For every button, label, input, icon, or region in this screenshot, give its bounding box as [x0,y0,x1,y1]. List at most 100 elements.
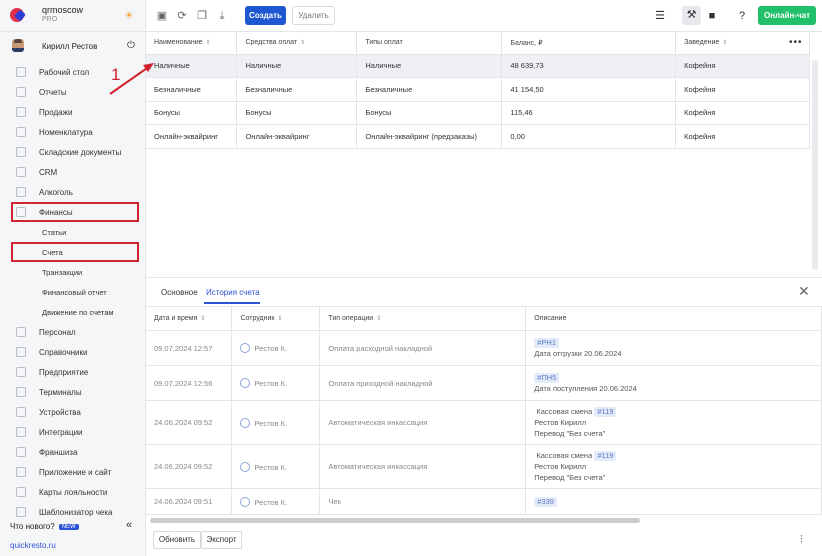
sidebar-item-nomenclature[interactable]: Номенклатура [0,122,146,142]
tab-account-history[interactable]: История счета [206,288,260,297]
cell-description: #339 [525,488,822,515]
sidebar-item-dashboard[interactable]: Рабочий стол [0,62,146,82]
theme-toggle-icon[interactable]: ☀ [124,9,134,22]
column-header-payment-means[interactable]: Средства оплат ⇕ [236,32,358,55]
help-icon[interactable]: ? [735,9,749,23]
column-header-description[interactable]: Описание [525,306,822,331]
table-row[interactable]: Наличные Наличные Наличные 48 639,73 Коф… [146,54,810,78]
table-row[interactable]: Безналичные Безналичные Безналичные 41 1… [146,77,810,102]
cell: Кофейня [675,101,810,125]
sidebar-item-terminals[interactable]: Терминалы [0,382,146,402]
sidebar-item-warehouse[interactable]: Складские документы [0,142,146,162]
sidebar-item-staff[interactable]: Персонал [0,322,146,342]
receipt-link[interactable]: #339 [534,497,557,507]
sidebar-item-alcohol[interactable]: Алкоголь [0,182,146,202]
cell-employee[interactable]: Рестов К. [231,400,321,445]
sidebar-item-crm[interactable]: CRM [0,162,146,182]
sidebar-item-franchise[interactable]: Франшиза [0,442,146,462]
site-link[interactable]: quickresto.ru [10,541,56,550]
sidebar-item-sales[interactable]: Продажи [0,102,146,122]
cell-operation: Автоматическая инкассация [319,444,527,489]
link-icon [240,496,251,507]
column-header-employee[interactable]: Сотрудник ⇕ [231,306,321,331]
create-button[interactable]: Создать [245,6,286,25]
sidebar-item-label: Алкоголь [39,188,73,197]
vertical-scrollbar[interactable] [812,60,818,270]
close-icon[interactable]: ✕ [798,283,810,300]
sidebar-item-label: Терминалы [39,388,82,397]
table-row[interactable]: 24.06.2024 09:52 Рестов К. Автоматическа… [146,400,822,445]
sidebar-item-integrations[interactable]: Интеграции [0,422,146,442]
settings-sliders-icon[interactable]: ☰ [653,9,667,23]
sidebar-subitem-financial-report[interactable]: Финансовый отчет [0,282,146,302]
logout-icon[interactable]: ⏻ [127,40,135,51]
sidebar-subitem-transactions[interactable]: Транзакции [0,262,146,282]
column-header-payment-types[interactable]: Типы оплат [356,32,503,55]
export-button[interactable]: Экспорт [201,531,242,549]
sort-icon: ⇕ [722,40,728,47]
shift-link[interactable]: #119 [594,451,617,461]
column-header-name[interactable]: Наименование ⇕ [146,32,238,55]
column-header-operation-type[interactable]: Тип операции ⇕ [319,306,527,331]
sidebar-item-receipt-template[interactable]: Шаблонизатор чека [0,502,146,522]
sidebar-item-directories[interactable]: Справочники [0,342,146,362]
nomenclature-icon [16,127,26,137]
save-icon[interactable]: ▣ [155,9,169,23]
document-link[interactable]: #РН1 [534,338,560,348]
cell-employee[interactable]: Рестов К. [231,444,321,489]
sidebar-item-label: Номенклатура [39,128,93,137]
cell: 0,00 [501,124,677,149]
tab-main[interactable]: Основное [161,288,198,297]
horizontal-scrollbar[interactable] [150,518,640,523]
column-header-datetime[interactable]: Дата и время ⇕ [146,306,233,331]
cell: Онлайн-эквайринг [236,124,358,149]
cell-employee[interactable]: Рестов К. [231,365,321,401]
table-row[interactable]: 24.06.2024 09:52 Рестов К. Автоматическа… [146,444,822,489]
cell: Бонусы [146,101,238,125]
sidebar-item-label: Отчеты [39,88,67,97]
online-chat-button[interactable]: Онлайн-чат [758,6,816,25]
table-row[interactable]: 24.06.2024 09:51 Рестов К. Чек #339 [146,488,822,515]
sidebar-item-app-site[interactable]: Приложение и сайт [0,462,146,482]
sidebar-item-reports[interactable]: Отчеты [0,82,146,102]
whats-new-link[interactable]: Что нового? NEW [10,522,79,531]
document-link[interactable]: #ПН5 [534,373,560,383]
sidebar-item-devices[interactable]: Устройства [0,402,146,422]
delete-button[interactable]: Удалить [292,6,335,25]
cell-employee[interactable]: Рестов К. [231,488,321,515]
tools-icon[interactable]: ⚒ [682,6,701,25]
user-name: Кирилл Рестов [42,42,98,51]
cell-employee[interactable]: Рестов К. [231,330,321,366]
table-row[interactable]: 09.07.2024 12:57 Рестов К. Оплата расход… [146,330,822,366]
column-header-balance[interactable]: Баланс, ₽ [501,32,677,55]
sales-icon [16,107,26,117]
collapse-sidebar-icon[interactable]: « [126,519,132,531]
brand-header[interactable]: qrmoscow PRO ☀ [0,0,146,32]
more-options-icon[interactable]: ••• [789,37,803,48]
shift-link[interactable]: #119 [594,407,617,417]
copy-icon[interactable]: ❐ [195,9,209,23]
cell-operation: Автоматическая инкассация [319,400,527,445]
sidebar-subitem-articles[interactable]: Статьи [0,222,146,242]
cell: Безналичные [236,77,358,102]
user-block[interactable]: Кирилл Рестов ⏻ [0,34,146,58]
refresh-button[interactable]: Обновить [153,531,201,549]
crm-icon [16,167,26,177]
table-row[interactable]: Бонусы Бонусы Бонусы 115,46 Кофейня [146,101,810,125]
table-row[interactable]: 09.07.2024 12:56 Рестов К. Оплата приход… [146,365,822,401]
cell: Бонусы [356,101,503,125]
column-settings-icon[interactable]: ⫶ [800,534,803,547]
download-icon[interactable]: ⤓ [215,9,229,23]
sidebar-subitem-account-movement[interactable]: Движение по счетам [0,302,146,322]
sidebar-item-label: Продажи [39,108,73,117]
refresh-icon[interactable]: ⟳ [175,9,189,23]
sidebar-item-enterprise[interactable]: Предприятие [0,362,146,382]
sidebar-item-label: Предприятие [39,368,89,377]
cell-description: #РН1 Дата отгрузки 20.06.2024 [525,330,822,366]
sidebar-item-loyalty[interactable]: Карты лояльности [0,482,146,502]
trash-icon[interactable]: ■ [705,9,719,23]
table-row[interactable]: Онлайн-эквайринг Онлайн-эквайринг Онлайн… [146,124,810,149]
staff-icon [16,327,26,337]
franchise-icon [16,447,26,457]
cell-operation: Оплата расходной накладной [319,330,527,366]
